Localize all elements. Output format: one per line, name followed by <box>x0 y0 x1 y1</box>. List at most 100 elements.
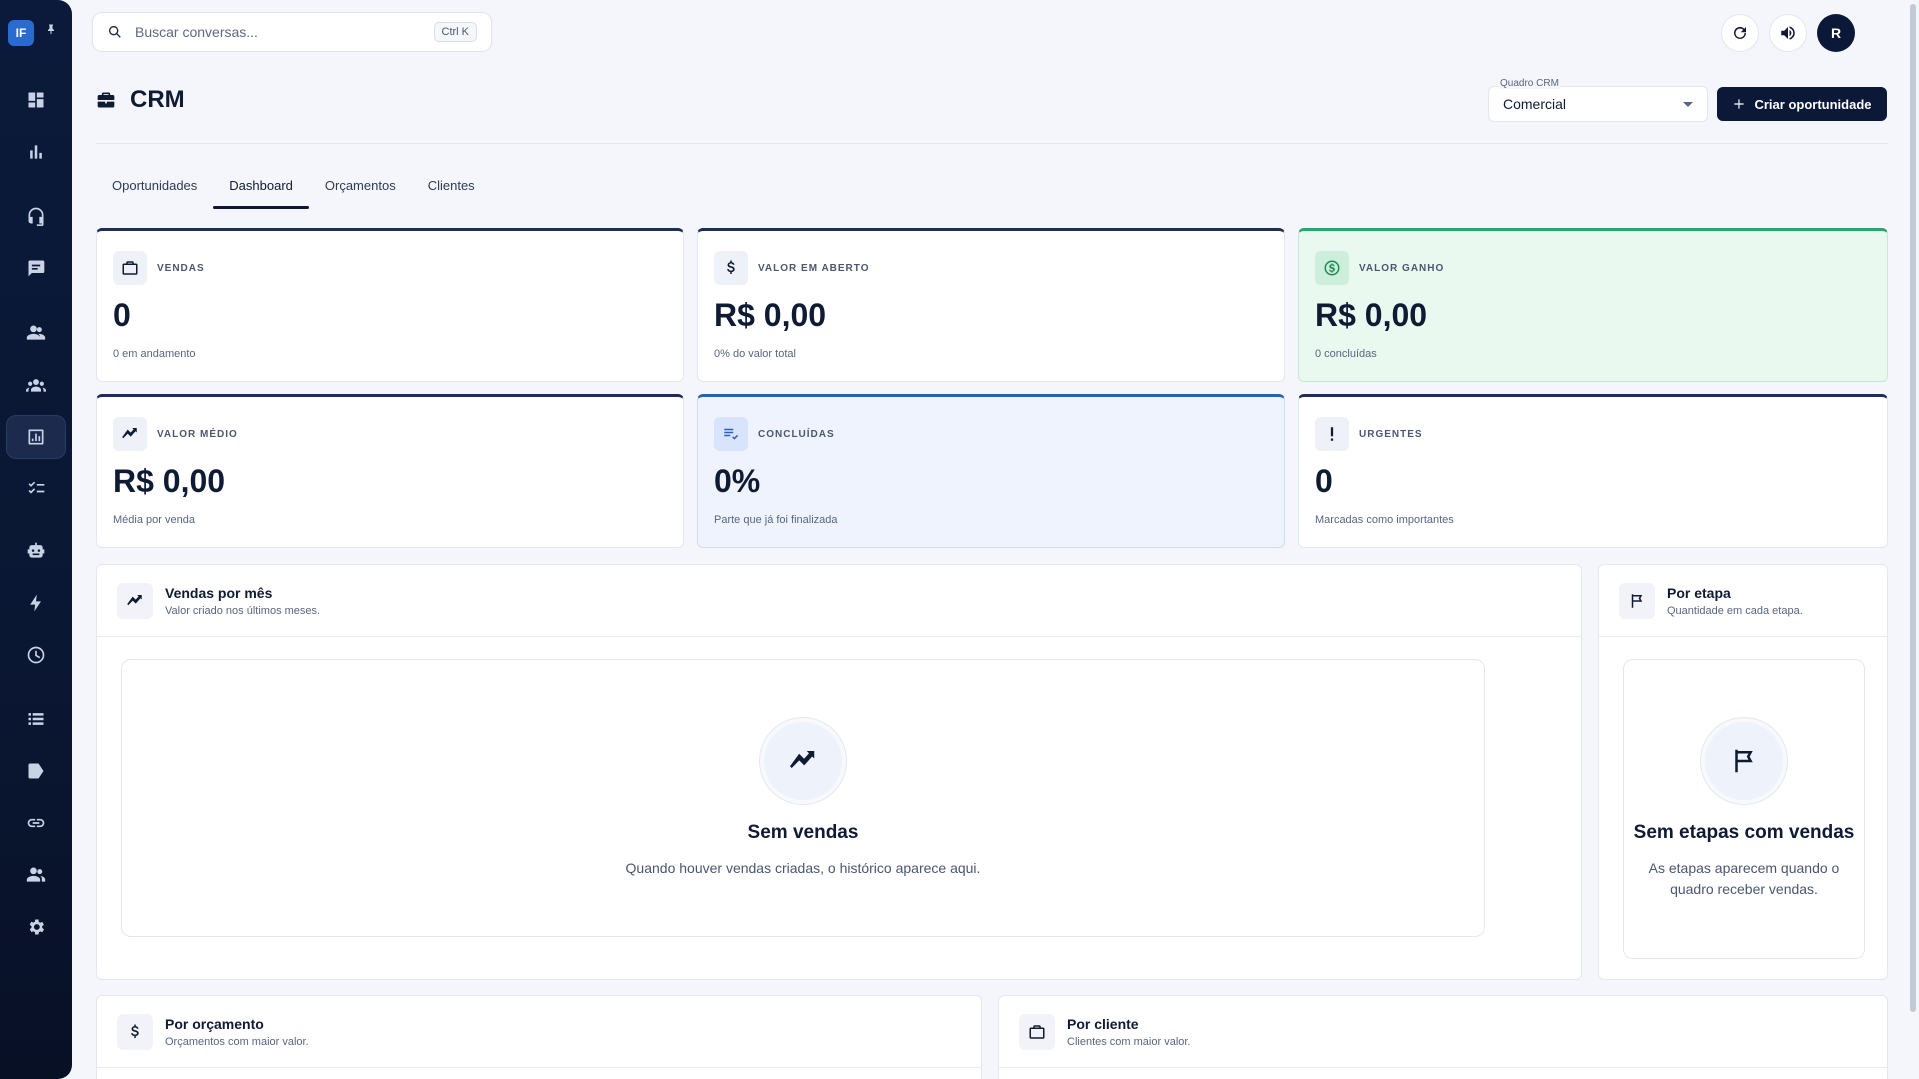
create-opportunity-label: Criar oportunidade <box>1754 96 1872 112</box>
avatar[interactable]: R <box>1817 14 1855 52</box>
sidebar-item-bots[interactable] <box>6 529 66 573</box>
bolt-icon <box>30 594 41 612</box>
dollar-icon <box>727 260 735 274</box>
sidebar-item-chats[interactable] <box>6 246 66 290</box>
search-icon <box>109 26 121 38</box>
sidebar-item-tasks[interactable] <box>6 467 66 511</box>
settings-icon <box>29 919 44 935</box>
panel-sales-by-month: Vendas por mês Valor criado nos últimos … <box>96 564 1582 980</box>
sound-button[interactable] <box>1769 14 1807 52</box>
sidebar-item-crm[interactable] <box>6 415 66 459</box>
panel-title: Por cliente <box>1067 1015 1139 1032</box>
crm-tabs: Oportunidades Dashboard Orçamentos Clien… <box>96 170 491 209</box>
panel-title: Por orçamento <box>165 1015 264 1032</box>
main-content: Ctrl K R CRM Comercial Quadro CRM Criar … <box>72 0 1919 1079</box>
refresh-button[interactable] <box>1721 14 1759 52</box>
tab-clients[interactable]: Clientes <box>412 170 491 209</box>
panel-by-budget: Por orçamento Orçamentos com maior valor… <box>96 995 982 1079</box>
panel-title: Vendas por mês <box>165 584 273 601</box>
plus-icon <box>1734 99 1745 109</box>
people-icon <box>26 325 46 340</box>
page-header: CRM <box>96 86 185 114</box>
briefcase-icon <box>97 92 115 108</box>
crm-board-label: Quadro CRM <box>1498 78 1561 89</box>
empty-state-sales: Sem vendas Quando houver vendas criadas,… <box>121 659 1485 937</box>
flag-icon <box>1631 593 1643 608</box>
create-opportunity-button[interactable]: Criar oportunidade <box>1717 87 1887 121</box>
tab-opportunities[interactable]: Oportunidades <box>96 170 213 209</box>
stat-card-sales: VENDAS 0 0 em andamento <box>96 228 684 382</box>
search-bar[interactable]: Ctrl K <box>92 12 492 52</box>
sidebar-item-history[interactable] <box>6 633 66 677</box>
stat-caption: Marcadas como importantes <box>1315 514 1454 526</box>
sidebar: IF <box>0 0 72 1079</box>
chat-icon <box>28 260 45 277</box>
crm-board-select[interactable]: Comercial <box>1488 86 1708 122</box>
top-actions: R <box>1721 14 1855 52</box>
contacts-icon <box>26 867 46 882</box>
stat-value: 0 <box>1315 463 1333 499</box>
chevron-down-icon <box>1683 101 1693 107</box>
clock-icon <box>27 646 45 664</box>
tab-dashboard[interactable]: Dashboard <box>213 170 309 209</box>
groups-icon <box>26 379 46 392</box>
stat-value: R$ 0,00 <box>113 463 226 499</box>
bar-chart-icon <box>30 145 42 159</box>
briefcase-icon <box>122 261 138 275</box>
exclamation-icon <box>1330 427 1334 441</box>
stat-card-completed: CONCLUÍDAS 0% Parte que já foi finalizad… <box>697 394 1285 548</box>
page-scrollbar[interactable] <box>1907 0 1919 1079</box>
app-logo[interactable]: IF <box>8 20 34 46</box>
sidebar-item-users[interactable] <box>6 853 66 897</box>
trend-icon <box>122 428 137 439</box>
tab-budgets[interactable]: Orçamentos <box>309 170 412 209</box>
empty-state-stages: Sem etapas com vendas As etapas aparecem… <box>1623 659 1865 959</box>
stat-caption: 0 concluídas <box>1315 348 1377 360</box>
coin-icon <box>1324 260 1340 276</box>
sidebar-item-contacts[interactable] <box>6 311 66 355</box>
empty-state-title: Sem vendas <box>747 821 859 843</box>
sidebar-item-teams[interactable] <box>6 363 66 407</box>
dashboard-icon <box>28 92 44 108</box>
analytics-icon <box>28 429 44 445</box>
tag-icon <box>28 763 44 779</box>
trend-icon <box>790 750 815 768</box>
search-input[interactable] <box>135 24 434 40</box>
panel-title: Por etapa <box>1667 584 1731 601</box>
sidebar-item-integrations[interactable] <box>6 801 66 845</box>
scrollbar-thumb[interactable] <box>1910 4 1916 1012</box>
empty-state-title: Sem etapas com vendas <box>1633 822 1855 843</box>
stat-label: VENDAS <box>157 262 205 274</box>
stat-value: R$ 0,00 <box>1315 297 1428 333</box>
stat-caption: Parte que já foi finalizada <box>714 514 838 526</box>
stat-label: CONCLUÍDAS <box>758 428 835 440</box>
flag-icon <box>1735 749 1753 773</box>
link-icon <box>27 818 45 828</box>
panel-by-client: Por cliente Clientes com maior valor. <box>998 995 1888 1079</box>
panel-subtitle: Valor criado nos últimos meses. <box>165 604 321 617</box>
empty-state-text: Quando houver vendas criadas, o históric… <box>625 859 981 876</box>
sidebar-item-automations[interactable] <box>6 581 66 625</box>
refresh-icon <box>1734 26 1746 39</box>
panel-subtitle: Clientes com maior valor. <box>1067 1035 1191 1048</box>
sidebar-item-reports[interactable] <box>6 130 66 174</box>
stat-value: R$ 0,00 <box>714 297 827 333</box>
crm-board-value: Comercial <box>1503 96 1567 112</box>
sidebar-item-lists[interactable] <box>6 697 66 741</box>
stat-card-average-value: VALOR MÉDIO R$ 0,00 Média por venda <box>96 394 684 548</box>
search-shortcut-badge: Ctrl K <box>433 22 477 42</box>
pin-icon[interactable] <box>44 20 58 38</box>
stat-value: 0 <box>113 297 131 333</box>
trend-icon <box>127 594 142 605</box>
panel-subtitle: Orçamentos com maior valor. <box>165 1035 309 1048</box>
checklist-icon <box>28 481 45 494</box>
stat-label: VALOR GANHO <box>1359 262 1445 274</box>
sidebar-item-support[interactable] <box>6 194 66 238</box>
sidebar-item-dashboard[interactable] <box>6 78 66 122</box>
stat-value: 0% <box>714 463 761 499</box>
stat-caption: 0 em andamento <box>113 348 196 360</box>
robot-icon <box>27 542 45 558</box>
dollar-icon <box>131 1024 139 1038</box>
sidebar-item-settings[interactable] <box>6 905 66 949</box>
sidebar-item-tags[interactable] <box>6 749 66 793</box>
